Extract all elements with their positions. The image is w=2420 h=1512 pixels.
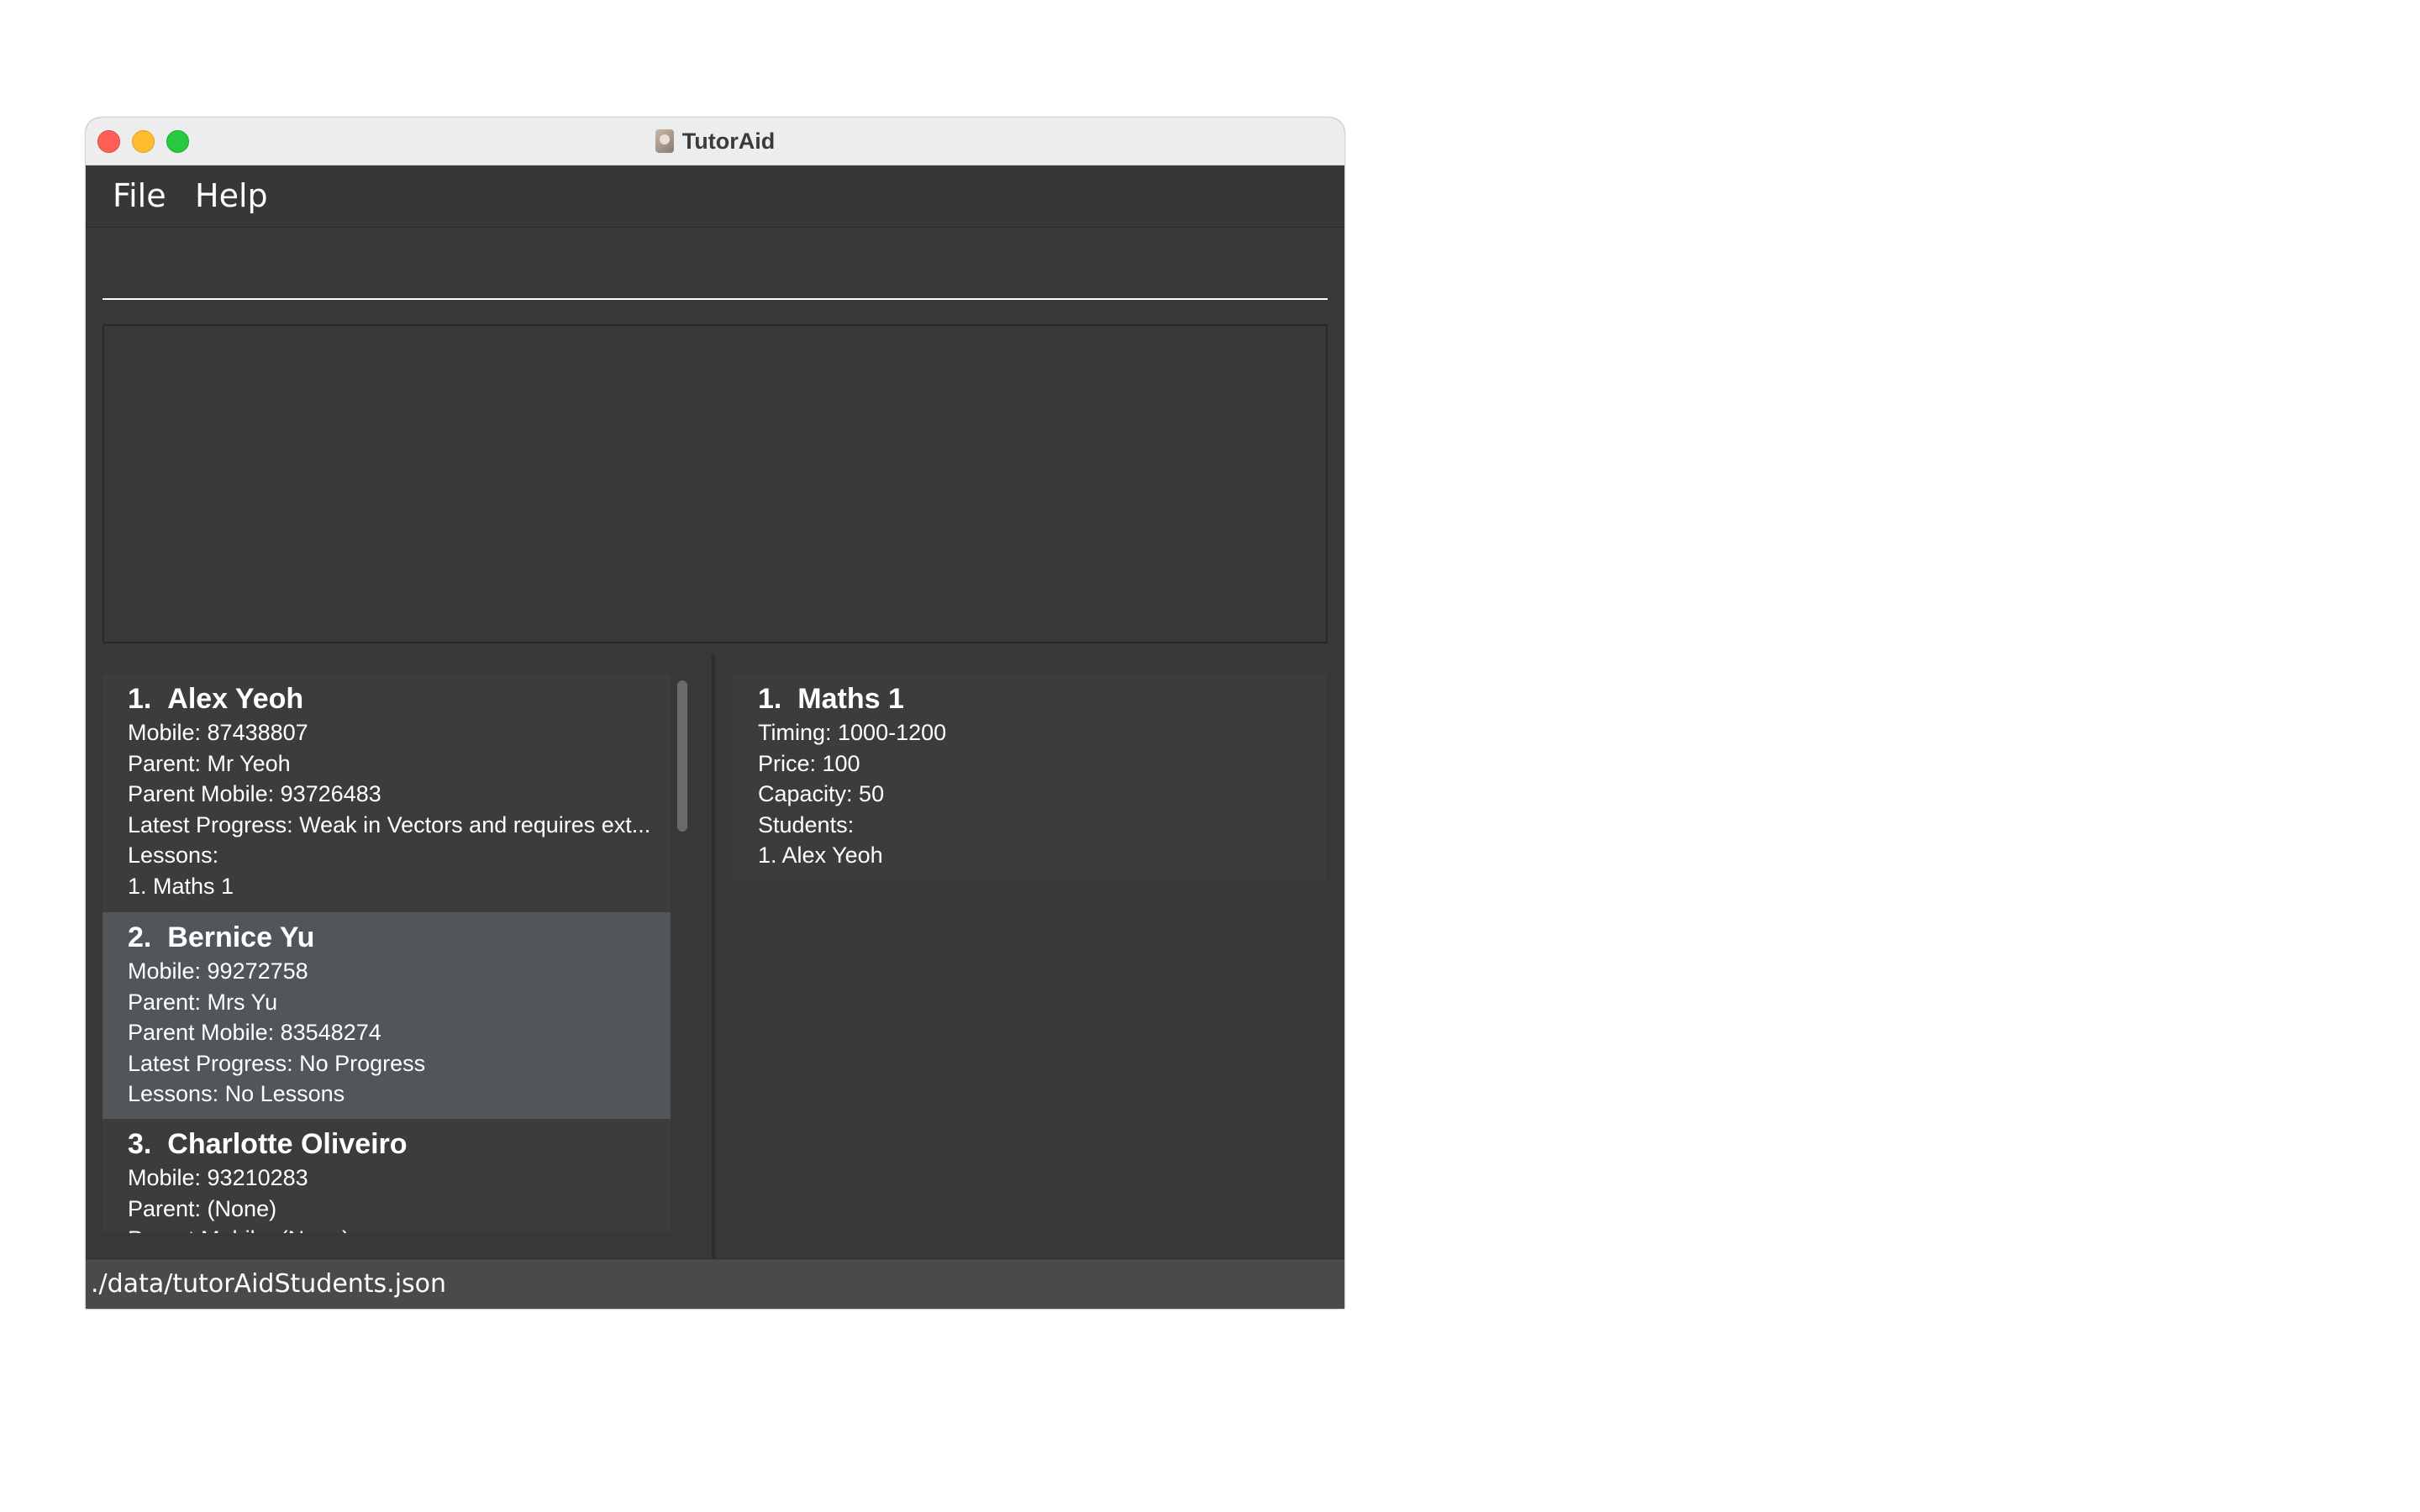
command-input[interactable]	[103, 236, 1328, 300]
split-pane-divider[interactable]	[712, 655, 715, 1258]
student-mobile: Mobile: 87438807	[128, 720, 308, 745]
student-mobile: Mobile: 99272758	[128, 958, 308, 984]
student-mobile: Mobile: 93210283	[128, 1165, 308, 1190]
student-name: 2. Bernice Yu	[128, 921, 315, 953]
student-latest-progress: Latest Progress: No Progress	[128, 1050, 426, 1076]
student-parent-mobile: Parent Mobile: 93726483	[128, 781, 381, 806]
result-display	[103, 324, 1328, 643]
lesson-capacity: Capacity: 50	[758, 781, 885, 806]
student-card-selected[interactable]: 2. Bernice Yu Mobile: 99272758 Parent: M…	[103, 912, 671, 1119]
lesson-student-item: 1. Alex Yeoh	[758, 843, 883, 868]
student-name: 3. Charlotte Oliveiro	[128, 1128, 408, 1160]
window-title: TutorAid	[681, 128, 776, 154]
title-wrap: TutorAid	[86, 118, 1344, 165]
menu-help[interactable]: Help	[195, 165, 268, 227]
lesson-price: Price: 100	[758, 750, 860, 776]
lesson-students-label: Students:	[758, 811, 855, 837]
student-list[interactable]: 1. Alex Yeoh Mobile: 87438807 Parent: Mr…	[103, 674, 671, 1233]
student-lessons-label: Lessons:	[128, 843, 219, 868]
student-lessons: Lessons: No Lessons	[128, 1081, 345, 1106]
app-window: TutorAid File Help 1. Alex Yeoh Mobile: …	[86, 118, 1344, 1309]
command-box	[86, 228, 1344, 320]
student-parent: Parent: (None)	[128, 1195, 277, 1221]
student-parent: Parent: Mrs Yu	[128, 989, 278, 1015]
save-file-path: ./data/tutorAidStudents.json	[91, 1269, 447, 1299]
student-latest-progress: Latest Progress: Weak in Vectors and req…	[128, 811, 651, 837]
menu-bar: File Help	[86, 165, 1344, 228]
student-card[interactable]: 3. Charlotte Oliveiro Mobile: 93210283 P…	[103, 1119, 671, 1233]
lesson-name: 1. Maths 1	[758, 683, 904, 715]
student-list-scrollbar[interactable]	[674, 680, 691, 1235]
student-parent: Parent: Mr Yeoh	[128, 750, 291, 776]
menu-file[interactable]: File	[113, 165, 166, 227]
app-icon	[655, 129, 674, 153]
student-lesson-item: 1. Maths 1	[128, 873, 234, 899]
student-card[interactable]: 1. Alex Yeoh Mobile: 87438807 Parent: Mr…	[103, 674, 671, 912]
lesson-card[interactable]: 1. Maths 1 Timing: 1000-1200 Price: 100 …	[733, 674, 1326, 880]
status-bar: ./data/tutorAidStudents.json	[86, 1258, 1344, 1309]
student-parent-mobile: Parent Mobile: (None)	[128, 1224, 654, 1233]
lesson-timing: Timing: 1000-1200	[758, 720, 947, 745]
scrollbar-thumb[interactable]	[677, 680, 687, 832]
student-name: 1. Alex Yeoh	[128, 683, 304, 715]
title-bar[interactable]: TutorAid	[86, 118, 1344, 165]
student-parent-mobile: Parent Mobile: 83548274	[128, 1020, 381, 1045]
lesson-list[interactable]: 1. Maths 1 Timing: 1000-1200 Price: 100 …	[733, 674, 1326, 1233]
